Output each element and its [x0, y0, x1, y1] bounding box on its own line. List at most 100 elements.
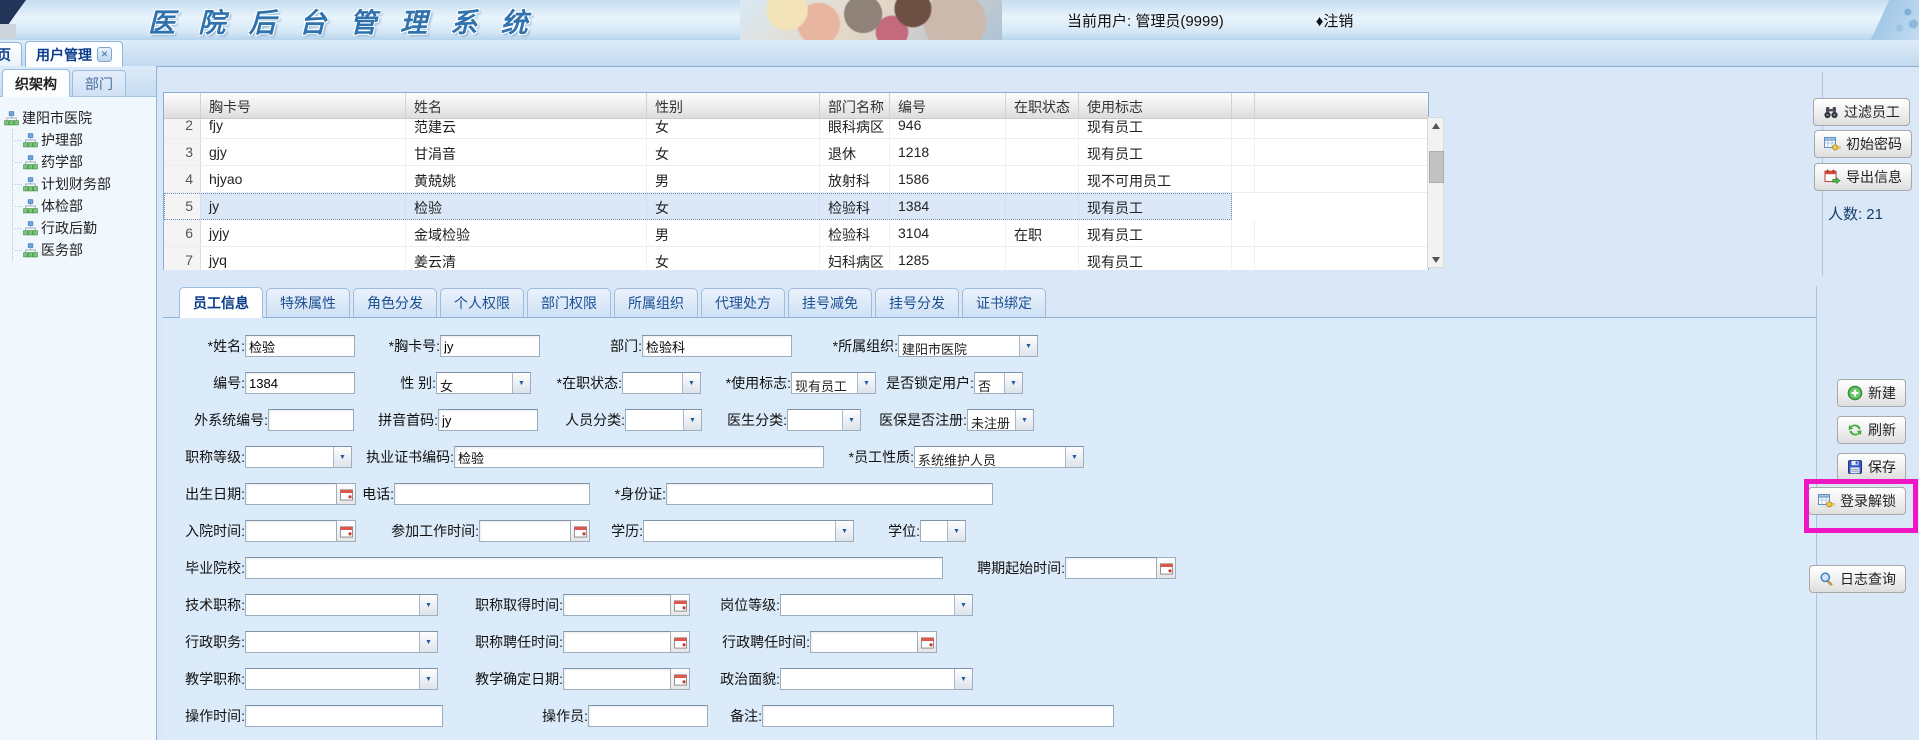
name-input[interactable]	[245, 335, 355, 357]
sex-select[interactable]: 女	[436, 372, 531, 394]
chevron-down-icon[interactable]	[954, 669, 972, 689]
admin-hire-time-input[interactable]	[810, 631, 918, 653]
tree-node-finance[interactable]: 计划财务部	[15, 173, 154, 195]
work-start-input[interactable]	[479, 520, 571, 542]
tree-node-physical-exam[interactable]: 体检部	[15, 195, 154, 217]
tab-registration-dispatch[interactable]: 挂号分发	[875, 288, 959, 317]
person-class-select[interactable]	[625, 409, 702, 431]
use-flag-select[interactable]: 现有员工	[791, 372, 876, 394]
col-header-name[interactable]: 姓名	[406, 93, 647, 118]
scroll-up-arrow[interactable]	[1428, 118, 1443, 133]
tab-dept-perms[interactable]: 部门权限	[527, 288, 611, 317]
tab-department[interactable]: 部门	[72, 70, 126, 96]
init-password-button[interactable]: 初始密码	[1814, 130, 1912, 158]
chevron-down-icon[interactable]	[1015, 410, 1033, 430]
login-unlock-button[interactable]: 登录解锁	[1808, 487, 1906, 515]
table-row[interactable]: 2 fjy 范建云女眼科病区 946 现有员工	[164, 119, 1428, 139]
political-select[interactable]	[780, 668, 973, 690]
col-header-dept[interactable]: 部门名称	[820, 93, 890, 118]
title-hire-time-input[interactable]	[563, 631, 671, 653]
chevron-down-icon[interactable]	[683, 410, 701, 430]
remark-input[interactable]	[762, 705, 1114, 727]
insurance-select[interactable]: 未注册	[967, 409, 1034, 431]
tree-node-medical-affairs[interactable]: 医务部	[15, 239, 154, 261]
chevron-down-icon[interactable]	[419, 669, 437, 689]
table-row[interactable]: 4 hjyao 黄兢姚男放射科 1586 现不可用员工	[164, 166, 1428, 193]
chevron-down-icon[interactable]	[333, 447, 351, 467]
op-time-input[interactable]	[245, 705, 443, 727]
chevron-down-icon[interactable]	[857, 373, 875, 393]
education-select[interactable]	[643, 520, 854, 542]
save-button[interactable]: 保存	[1837, 453, 1906, 481]
admin-post-select[interactable]	[245, 631, 438, 653]
badge-input[interactable]	[440, 335, 540, 357]
log-query-button[interactable]: 日志查询	[1809, 565, 1906, 593]
tree-root-hospital[interactable]: 建阳市医院	[4, 107, 154, 129]
col-header-code[interactable]: 编号	[890, 93, 1006, 118]
tree-node-nursing[interactable]: 护理部	[15, 129, 154, 151]
new-button[interactable]: 新建	[1837, 379, 1906, 407]
scrollbar-thumb[interactable]	[1429, 151, 1444, 183]
chevron-down-icon[interactable]	[835, 521, 853, 541]
close-icon[interactable]	[97, 47, 112, 62]
export-info-button[interactable]: 导出信息	[1814, 163, 1912, 191]
chevron-down-icon[interactable]	[419, 632, 437, 652]
col-header-badge[interactable]: 胸卡号	[201, 93, 406, 118]
table-row[interactable]: 7 jyq 姜云清女妇科病区 1285 现有员工	[164, 247, 1428, 270]
tree-node-admin-logistics[interactable]: 行政后勤	[15, 217, 154, 239]
col-header-flag[interactable]: 使用标志	[1079, 93, 1232, 118]
chevron-down-icon[interactable]	[419, 595, 437, 615]
degree-select[interactable]	[920, 520, 966, 542]
chevron-down-icon[interactable]	[1019, 336, 1037, 356]
job-status-select[interactable]	[622, 372, 701, 394]
tab-org-membership[interactable]: 所属组织	[614, 288, 698, 317]
teach-confirm-input[interactable]	[563, 668, 671, 690]
chevron-down-icon[interactable]	[512, 373, 530, 393]
calendar-icon[interactable]	[1157, 557, 1176, 579]
logout-link[interactable]: ♦注销	[1316, 10, 1354, 31]
col-header-sex[interactable]: 性别	[647, 93, 820, 118]
org-select[interactable]: 建阳市医院	[898, 335, 1038, 357]
table-row[interactable]: 3 gjy 甘涓音女退休 1218 现有员工	[164, 139, 1428, 166]
col-header-rownum[interactable]	[164, 93, 201, 118]
emp-nature-select[interactable]: 系统维护人员	[914, 446, 1084, 468]
calendar-icon[interactable]	[337, 520, 356, 542]
calendar-icon[interactable]	[671, 594, 690, 616]
license-code-input[interactable]	[454, 446, 824, 468]
table-row[interactable]: 6 jyjy 金域检验男检验科 3104 在职 现有员工	[164, 220, 1428, 247]
tab-employee-info[interactable]: 员工信息	[179, 287, 263, 318]
tech-title-select[interactable]	[245, 594, 438, 616]
calendar-icon[interactable]	[918, 631, 937, 653]
tab-user-management[interactable]: 用户管理	[25, 41, 123, 67]
calendar-icon[interactable]	[571, 520, 590, 542]
pinyin-input[interactable]	[438, 409, 538, 431]
code-input[interactable]	[245, 372, 355, 394]
chevron-down-icon[interactable]	[1065, 447, 1083, 467]
admission-time-input[interactable]	[245, 520, 337, 542]
dept-input[interactable]	[642, 335, 792, 357]
tab-org-structure[interactable]: 织架构	[2, 69, 70, 97]
calendar-icon[interactable]	[671, 668, 690, 690]
chevron-down-icon[interactable]	[842, 410, 860, 430]
hire-start-input[interactable]	[1065, 557, 1157, 579]
tab-proxy-prescription[interactable]: 代理处方	[701, 288, 785, 317]
phone-input[interactable]	[394, 483, 590, 505]
refresh-button[interactable]: 刷新	[1837, 416, 1906, 444]
tab-certificate-binding[interactable]: 证书绑定	[962, 288, 1046, 317]
calendar-icon[interactable]	[337, 483, 356, 505]
tree-node-pharmacy[interactable]: 药学部	[15, 151, 154, 173]
locked-select[interactable]: 否	[974, 372, 1023, 394]
grid-vertical-scrollbar[interactable]	[1427, 117, 1444, 268]
tab-registration-waiver[interactable]: 挂号减免	[788, 288, 872, 317]
tab-home-partial[interactable]: 页	[0, 42, 22, 66]
scroll-down-arrow[interactable]	[1428, 252, 1443, 267]
col-header-status[interactable]: 在职状态	[1006, 93, 1079, 118]
chevron-down-icon[interactable]	[947, 521, 965, 541]
birth-date-input[interactable]	[245, 483, 337, 505]
school-input[interactable]	[245, 557, 943, 579]
tab-personal-perms[interactable]: 个人权限	[440, 288, 524, 317]
ext-code-input[interactable]	[268, 409, 354, 431]
id-card-input[interactable]	[666, 483, 993, 505]
calendar-icon[interactable]	[671, 631, 690, 653]
table-row-selected[interactable]: 5 jy 检验女检验科 1384 现有员工	[164, 193, 1232, 220]
